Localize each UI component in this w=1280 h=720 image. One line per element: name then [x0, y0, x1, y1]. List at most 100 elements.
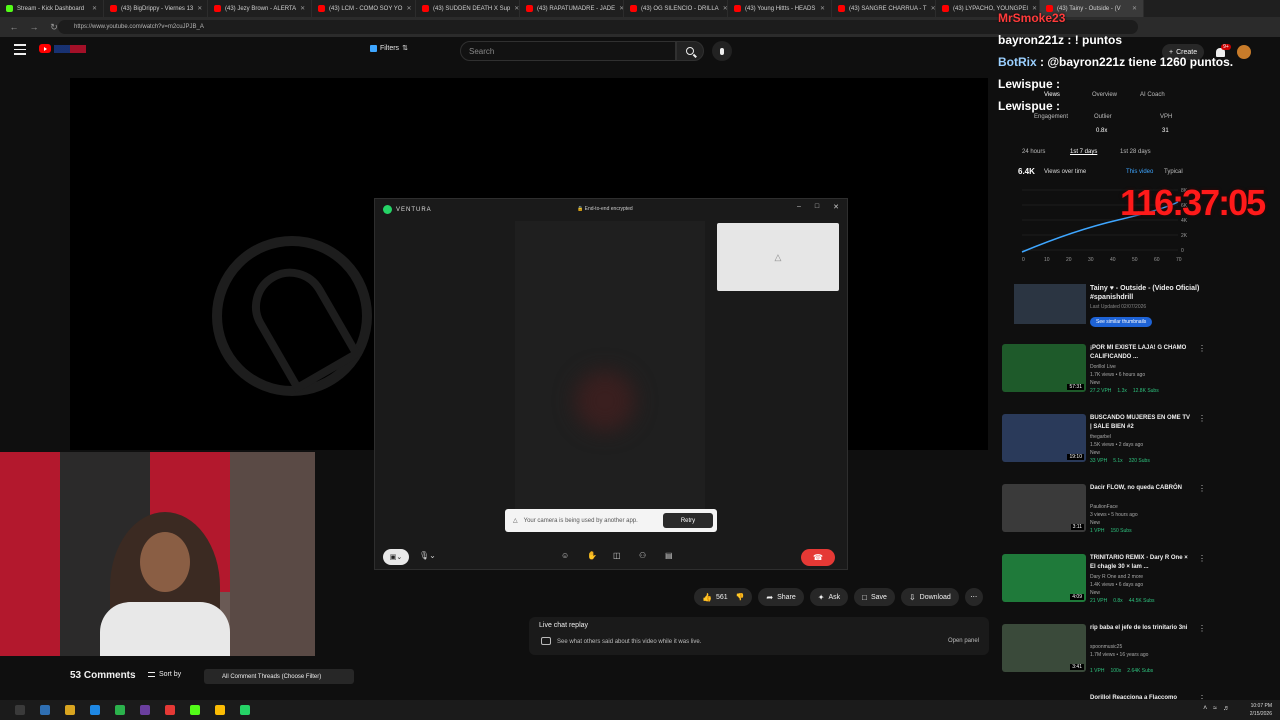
recommended-video[interactable]: 4:09 TRINITARIO REMIX - Dary R One × El c… [1002, 554, 1206, 624]
browser-tab[interactable]: (43) BigDrippy - Viernes 13 ✕ [104, 0, 208, 17]
channel-name[interactable]: thegarbel [1090, 433, 1200, 441]
tab-close-icon[interactable]: ✕ [197, 5, 202, 12]
recommended-video[interactable]: 19:10 BUSCANDO MUJERES EN OME TV | SALE B… [1002, 414, 1206, 484]
tab-close-icon[interactable]: ✕ [300, 5, 305, 12]
video-title[interactable]: BUSCANDO MUJERES EN OME TV | SALE BIEN #… [1090, 414, 1190, 432]
video-title[interactable]: rip baba el jefe de los trinitario 3ni [1090, 624, 1190, 633]
tab-close-icon[interactable]: ✕ [931, 5, 935, 12]
start-icon[interactable] [15, 705, 25, 715]
app-icon[interactable] [165, 705, 175, 715]
search-button[interactable] [676, 41, 704, 61]
mute-button[interactable]: 🎙⌄ [419, 551, 436, 560]
tab-close-icon[interactable]: ✕ [406, 5, 411, 12]
open-panel-button[interactable]: Open panel [948, 638, 979, 644]
chat-text: : [1052, 77, 1061, 91]
browser-tab[interactable]: (43) Jezy Brown - ALERTA ✕ [208, 0, 312, 17]
close-icon[interactable]: ✕ [833, 203, 839, 211]
minimize-icon[interactable]: – [797, 203, 801, 211]
browser-tab[interactable]: (43) Young Hittts - HEADS ✕ [728, 0, 832, 17]
sort-by-button[interactable]: Sort by [148, 671, 181, 678]
thumbs-down-icon[interactable]: 👎 [736, 593, 745, 601]
video-title[interactable]: ¡POR MI EXISTE LAJA! G CHAMO CALIFICANDO… [1090, 344, 1190, 362]
download-button[interactable]: ⇩ Download [900, 588, 959, 606]
more-options-icon[interactable]: ▤ [665, 551, 673, 560]
voice-search-button[interactable] [712, 41, 732, 61]
vidiq-tab-ai-coach[interactable]: AI Coach [1140, 92, 1165, 98]
browser-tab[interactable]: (43) OG SILENCIO - DRILLA ✕ [624, 0, 728, 17]
filters-button[interactable]: Filters ⇅ [370, 44, 408, 52]
more-options-icon[interactable]: ⋮ [1198, 624, 1206, 633]
vidiq-tab-overview[interactable]: Overview [1092, 92, 1117, 98]
add-person-icon[interactable]: ⚇ [639, 551, 646, 560]
browser-tab[interactable]: (43) RAPATUMADRE - JADE ✕ [520, 0, 624, 17]
more-options-icon[interactable]: ⋮ [1198, 484, 1206, 493]
volume-icon[interactable]: ♬ [1223, 705, 1230, 712]
views-over-time-select[interactable]: Views over time [1044, 169, 1086, 175]
wifi-icon[interactable]: ≈ [1213, 705, 1217, 712]
tab-close-icon[interactable]: ✕ [723, 5, 727, 12]
ask-button[interactable]: ✦ Ask [809, 588, 849, 606]
more-options-icon[interactable]: ⋮ [1198, 554, 1206, 563]
share-button[interactable]: ➦ Share [758, 588, 804, 606]
retry-button[interactable]: Retry [663, 513, 713, 528]
emoji-icon[interactable]: ☺ [561, 551, 569, 560]
maximize-icon[interactable]: □ [815, 203, 819, 211]
like-button[interactable]: 👍 561 👎 [694, 588, 753, 606]
hamburger-menu-icon[interactable] [14, 44, 26, 55]
more-actions-button[interactable]: ⋯ [964, 588, 983, 606]
similar-thumbnails-button[interactable]: See similar thumbnails [1090, 317, 1153, 327]
video-thumbnail[interactable]: 4:09 [1002, 554, 1086, 602]
back-icon[interactable]: ← [8, 22, 20, 32]
range-28d[interactable]: 1st 28 days [1120, 149, 1151, 155]
recommended-video[interactable]: 3:11 Dacir FLOW, no queda CABRÓN PaulionFa… [1002, 484, 1206, 554]
browser-tab[interactable]: Stream - Kick Dashboard ✕ [0, 0, 104, 17]
more-options-icon[interactable]: ⋮ [1198, 344, 1206, 353]
browser-tab[interactable]: (43) LCM - COMO SOY YO ✕ [312, 0, 416, 17]
url-field[interactable]: https://www.youtube.com/watch?v=m2cuJPJB… [58, 20, 1138, 34]
suggested-thumbnail[interactable] [1014, 284, 1086, 324]
range-7d[interactable]: 1st 7 days [1070, 149, 1097, 155]
chrome-icon[interactable] [215, 705, 225, 715]
search-input[interactable]: Search [460, 41, 676, 61]
video-thumbnail[interactable]: 19:10 [1002, 414, 1086, 462]
forward-icon[interactable]: → [28, 22, 40, 32]
range-24h[interactable]: 24 hours [1022, 149, 1045, 155]
channel-name[interactable]: spoonmusic25 [1090, 643, 1200, 651]
tab-favicon-icon [526, 5, 533, 12]
video-title[interactable]: Dacir FLOW, no queda CABRÓN [1090, 484, 1190, 493]
whatsapp-taskbar-icon[interactable] [240, 705, 250, 715]
tab-close-icon[interactable]: ✕ [820, 5, 825, 12]
camera-toggle-button[interactable]: ▣⌄ [383, 549, 409, 565]
kick-icon[interactable] [190, 705, 200, 715]
youtube-logo[interactable] [39, 44, 51, 53]
browser-tab[interactable]: (43) SUDDEN DEATH X Sup ✕ [416, 0, 520, 17]
browser-tab[interactable]: (43) SANGRE CHARRUA - T ✕ [832, 0, 936, 17]
more-options-icon[interactable]: ⋮ [1198, 414, 1206, 423]
channel-name[interactable]: Dorillol Live [1090, 363, 1200, 371]
live-chat-replay[interactable]: Live chat replay See what others said ab… [529, 617, 989, 655]
vidiq-tab-views[interactable]: Views [1044, 92, 1060, 98]
edge-icon[interactable] [90, 705, 100, 715]
screen-share-icon[interactable]: ◫ [613, 551, 621, 560]
suggested-video[interactable]: Tainy ♥ - Outside - (Video Oficial) #spa… [1090, 284, 1200, 328]
channel-name[interactable]: PaulionFace [1090, 503, 1200, 511]
save-button[interactable]: □ Save [854, 588, 895, 606]
tab-close-icon[interactable]: ✕ [514, 5, 519, 12]
obs-icon[interactable] [140, 705, 150, 715]
file-explorer-icon[interactable] [65, 705, 75, 715]
task-view-icon[interactable] [40, 705, 50, 715]
channel-name[interactable]: Dary R One and 2 more [1090, 573, 1200, 581]
clock[interactable]: 10:07 PM 2/15/2026 [1250, 702, 1272, 718]
raise-hand-icon[interactable]: ✋ [587, 551, 597, 560]
comment-threads-filter[interactable]: All Comment Threads (Choose Filter) [204, 669, 354, 684]
end-call-button[interactable]: ☎ [801, 549, 835, 566]
spotify-icon[interactable] [115, 705, 125, 715]
video-thumbnail[interactable]: 3:41 [1002, 624, 1086, 672]
tab-close-icon[interactable]: ✕ [92, 5, 97, 12]
video-title[interactable]: TRINITARIO REMIX - Dary R One × El chagl… [1090, 554, 1190, 572]
chevron-up-icon[interactable]: ˄ [1203, 705, 1207, 712]
recommended-video[interactable]: 3:41 rip baba el jefe de los trinitario 3… [1002, 624, 1206, 694]
video-thumbnail[interactable]: 3:11 [1002, 484, 1086, 532]
recommended-video[interactable]: 57:31 ¡POR MI EXISTE LAJA! G CHAMO CALIFI… [1002, 344, 1206, 414]
video-thumbnail[interactable]: 57:31 [1002, 344, 1086, 392]
